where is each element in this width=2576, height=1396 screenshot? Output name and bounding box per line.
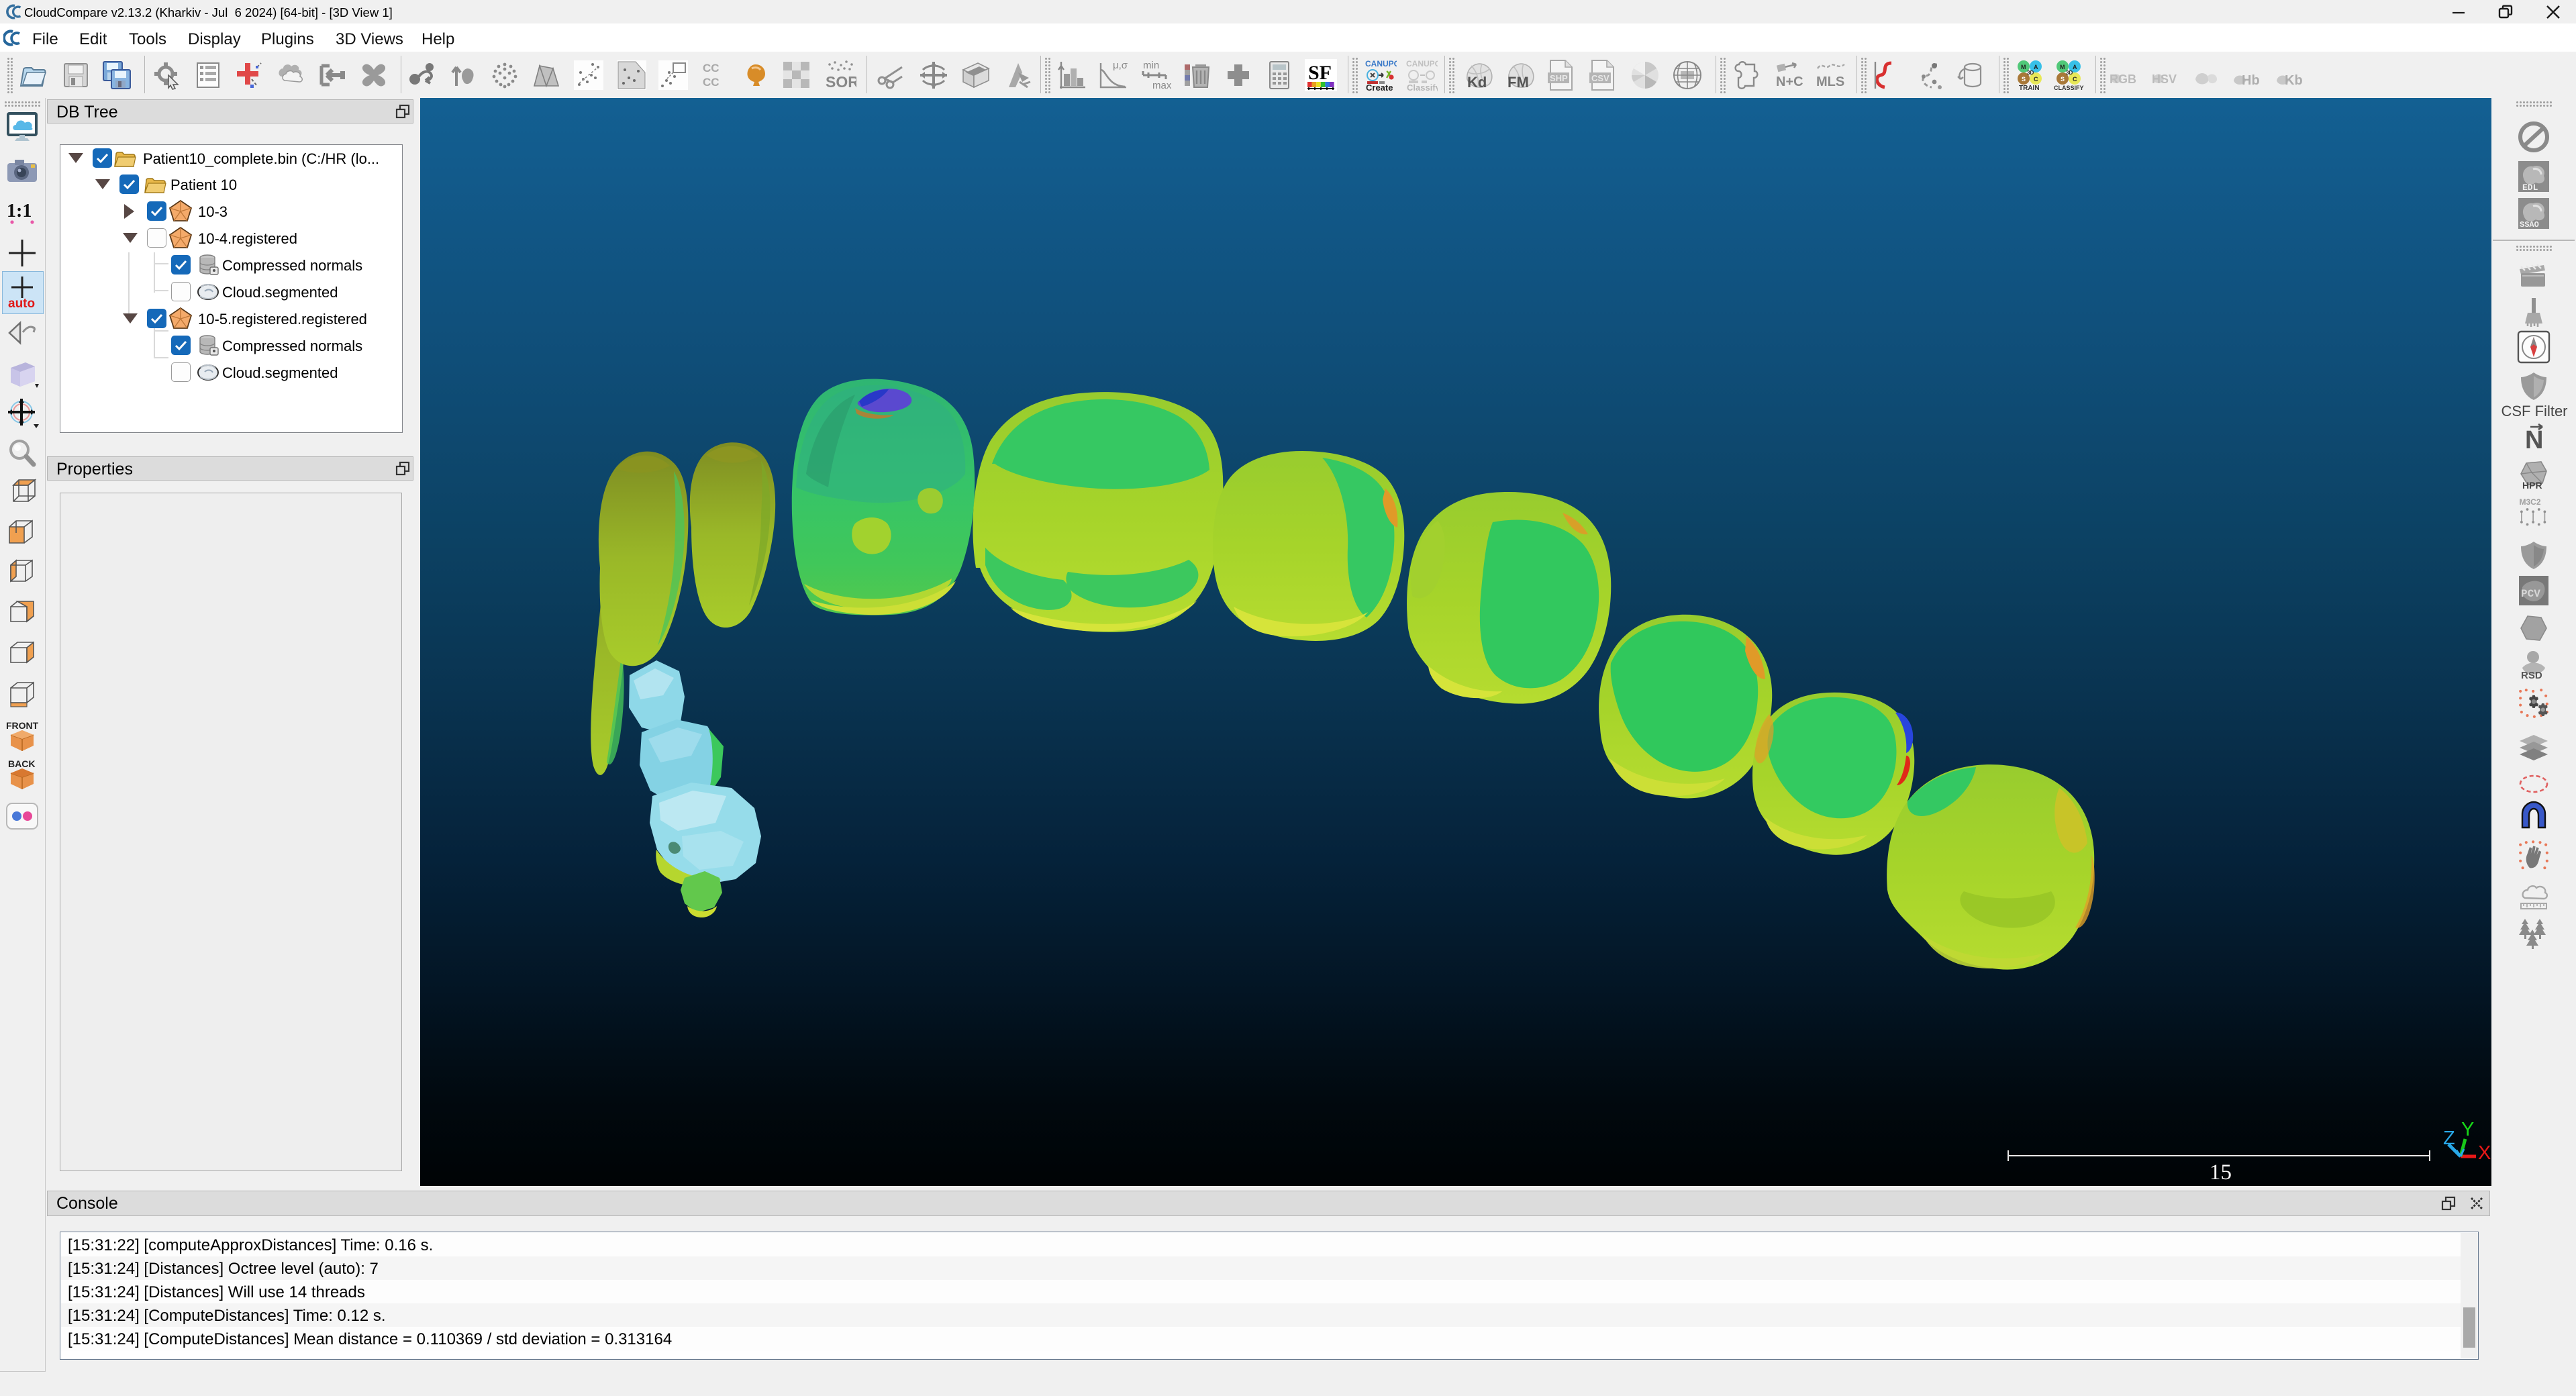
svg-text:MLS: MLS bbox=[1816, 74, 1844, 89]
svg-text:15: 15 bbox=[2210, 1160, 2232, 1184]
svg-text:RGB: RGB bbox=[2110, 72, 2136, 86]
svg-text:M: M bbox=[2021, 64, 2026, 70]
svg-text:C: C bbox=[2034, 76, 2038, 83]
svg-text:Z: Z bbox=[2443, 1128, 2455, 1149]
svg-text:auto: auto bbox=[8, 297, 35, 309]
svg-text:Y: Y bbox=[2461, 1119, 2474, 1140]
svg-text:HPR: HPR bbox=[2522, 480, 2542, 491]
svg-text:1:1: 1:1 bbox=[7, 201, 32, 221]
svg-text:Kb: Kb bbox=[2285, 73, 2303, 88]
svg-text:min: min bbox=[1143, 60, 1159, 71]
svg-text:S: S bbox=[2022, 76, 2026, 83]
svg-text:BACK: BACK bbox=[8, 758, 35, 769]
svg-text:C: C bbox=[2073, 76, 2077, 83]
svg-text:S: S bbox=[2061, 76, 2065, 83]
svg-text:SHP: SHP bbox=[1550, 73, 1568, 83]
svg-text:EDL: EDL bbox=[2522, 183, 2538, 193]
svg-text:Classify: Classify bbox=[1407, 83, 1438, 91]
svg-text:CC: CC bbox=[703, 76, 720, 89]
svg-text:A: A bbox=[2034, 64, 2038, 70]
svg-text:3D: 3D bbox=[2027, 70, 2034, 76]
svg-text:RSD: RSD bbox=[2521, 670, 2542, 681]
svg-text:CANUPO: CANUPO bbox=[1365, 59, 1397, 68]
svg-text:CANUPO: CANUPO bbox=[1406, 59, 1438, 68]
svg-text:TRAIN: TRAIN bbox=[2019, 85, 2040, 91]
svg-text:SF: SF bbox=[1308, 62, 1332, 84]
svg-text:SSAO: SSAO bbox=[2520, 220, 2539, 230]
svg-text:CC: CC bbox=[703, 62, 720, 74]
svg-text:FM: FM bbox=[1507, 74, 1529, 91]
svg-text:N: N bbox=[2525, 426, 2543, 454]
svg-text:CLASSIFY: CLASSIFY bbox=[2054, 85, 2084, 91]
svg-text:Hb: Hb bbox=[2242, 73, 2260, 88]
svg-text:3D: 3D bbox=[2066, 70, 2073, 76]
svg-text:CSV: CSV bbox=[1591, 73, 1609, 83]
svg-text:PCV: PCV bbox=[2521, 588, 2540, 600]
svg-text:M: M bbox=[2060, 64, 2065, 70]
svg-text:μ,σ: μ,σ bbox=[1113, 60, 1128, 71]
svg-text:Kd: Kd bbox=[1467, 74, 1487, 91]
svg-text:max: max bbox=[1152, 80, 1171, 91]
svg-text:N+C: N+C bbox=[1776, 74, 1803, 89]
svg-text:M3C2: M3C2 bbox=[2519, 497, 2540, 507]
svg-text:SOR: SOR bbox=[826, 73, 856, 91]
svg-text:HSV: HSV bbox=[2152, 72, 2177, 86]
svg-text:FRONT: FRONT bbox=[6, 720, 39, 731]
svg-text:A: A bbox=[2073, 64, 2077, 70]
svg-text:Create: Create bbox=[1366, 83, 1393, 91]
svg-text:X: X bbox=[2478, 1142, 2491, 1164]
